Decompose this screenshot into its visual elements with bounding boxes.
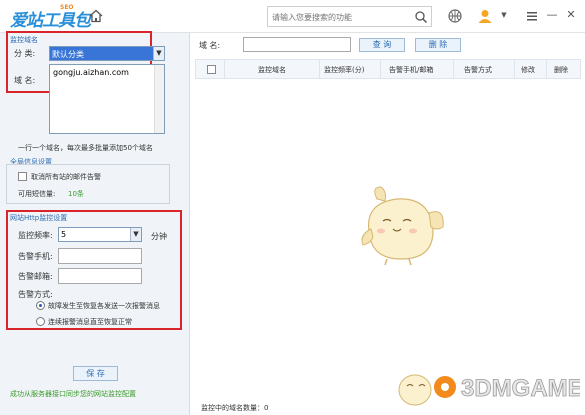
menu-icon[interactable] xyxy=(526,10,538,22)
chevron-down-icon[interactable]: ▼ xyxy=(130,228,141,241)
method-radio-1[interactable] xyxy=(36,301,45,310)
search-box xyxy=(267,6,432,27)
title-bar: 爱站工具包 SEO ▼ — ✕ xyxy=(0,0,585,33)
col-method[interactable]: 告警方式 xyxy=(464,65,492,75)
logo-badge: SEO xyxy=(60,4,74,11)
phone-label: 告警手机: xyxy=(18,252,53,261)
method-option-1: 故障发生至恢复各发送一次报警消息 xyxy=(48,302,160,310)
category-label: 分 类: xyxy=(14,49,36,58)
select-all-checkbox[interactable] xyxy=(207,65,216,74)
user-icon[interactable] xyxy=(477,8,493,24)
monitored-count: 监控中的域名数量：0 xyxy=(201,404,269,412)
category-value: 默认分类 xyxy=(52,50,84,59)
filter-bar: 域 名: 查 询 删 除 xyxy=(191,33,585,57)
sms-label: 可用短信量: xyxy=(18,190,56,198)
category-select[interactable]: 默认分类 ▼ xyxy=(49,46,165,61)
freq-select[interactable]: 5 ▼ xyxy=(58,227,142,242)
watermark-text: 3DMGAME xyxy=(461,375,580,402)
freq-label: 监控频率: xyxy=(18,231,53,240)
col-edit[interactable]: 修改 xyxy=(521,65,535,75)
col-delete[interactable]: 删除 xyxy=(554,65,568,75)
phone-field[interactable] xyxy=(58,248,142,264)
domain-label: 域 名: xyxy=(14,76,36,85)
domain-textarea[interactable]: gongju.aizhan.com xyxy=(49,64,165,134)
method-label: 告警方式: xyxy=(18,290,53,299)
table-header: 监控域名 监控频率(分) 告警手机/邮箱 告警方式 修改 删除 xyxy=(195,59,581,79)
home-icon[interactable] xyxy=(88,8,104,24)
domain-hint: 一行一个域名，每次最多批量添加50个域名 xyxy=(18,144,153,152)
sync-status-link[interactable]: 成功从服务器接口同步您的网站监控配置 xyxy=(10,389,136,399)
domain-filter-input[interactable] xyxy=(243,37,351,52)
section-title-domain: 监控域名 xyxy=(10,36,38,44)
domain-filter-label: 域 名: xyxy=(199,41,221,50)
delete-button[interactable]: 删 除 xyxy=(415,38,461,52)
query-button[interactable]: 查 询 xyxy=(359,38,405,52)
section-title-http: 网站Http监控设置 xyxy=(10,214,68,222)
watermark-logo: 3DMGAME xyxy=(398,374,580,406)
save-button[interactable]: 保 存 xyxy=(73,366,118,381)
freq-unit: 分钟 xyxy=(151,232,167,241)
close-icon[interactable]: ✕ xyxy=(565,9,577,21)
left-panel: 监控域名 分 类: 默认分类 ▼ 域 名: gongju.aizhan.com … xyxy=(0,31,190,415)
search-input[interactable] xyxy=(272,10,410,24)
cancel-all-checkbox[interactable] xyxy=(18,172,27,181)
email-label: 告警邮箱: xyxy=(18,272,53,281)
app-logo[interactable]: 爱站工具包 xyxy=(10,6,91,31)
chevron-down-icon[interactable]: ▼ xyxy=(498,9,510,21)
method-option-2: 连续报警消息直至恢复正常 xyxy=(48,318,132,326)
method-radio-2[interactable] xyxy=(36,317,45,326)
sms-value: 10条 xyxy=(68,190,84,198)
search-icon[interactable] xyxy=(414,10,428,24)
cancel-all-label: 取消所有站的邮件告警 xyxy=(31,173,101,181)
chevron-down-icon[interactable]: ▼ xyxy=(153,47,164,60)
col-contact[interactable]: 告警手机/邮箱 xyxy=(389,65,433,75)
col-frequency[interactable]: 监控频率(分) xyxy=(324,65,364,75)
right-panel: 域 名: 查 询 删 除 监控域名 监控频率(分) 告警手机/邮箱 告警方式 修… xyxy=(191,33,585,415)
empty-state-mascot xyxy=(361,186,444,266)
scrollbar[interactable] xyxy=(154,65,164,133)
domain-textarea-value: gongju.aizhan.com xyxy=(53,68,129,77)
col-domain[interactable]: 监控域名 xyxy=(258,65,286,75)
email-field[interactable] xyxy=(58,268,142,284)
basketball-icon[interactable] xyxy=(447,8,463,24)
minimize-icon[interactable]: — xyxy=(546,9,558,21)
freq-value: 5 xyxy=(61,230,67,239)
